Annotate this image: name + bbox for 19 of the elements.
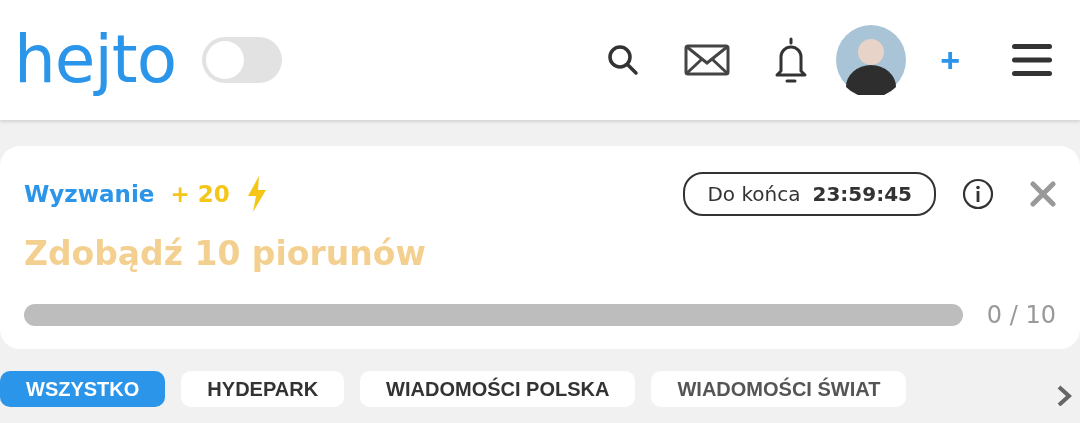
progress-count: 0 / 10 bbox=[986, 301, 1056, 329]
category-tab[interactable]: HYDEPARK bbox=[181, 371, 345, 407]
category-tab[interactable]: WIADOMOŚCI POLSKA bbox=[360, 371, 636, 407]
menu-icon[interactable] bbox=[1012, 43, 1052, 77]
avatar[interactable] bbox=[836, 25, 907, 95]
challenge-label: Wyzwanie bbox=[24, 181, 155, 207]
chevron-right-icon[interactable] bbox=[1056, 384, 1074, 406]
category-tab[interactable]: WIADOMOŚCI ŚWIAT bbox=[651, 371, 907, 407]
envelope-icon[interactable] bbox=[684, 44, 731, 76]
search-icon[interactable] bbox=[606, 43, 641, 77]
theme-toggle[interactable] bbox=[202, 37, 283, 83]
countdown-label: Do końca bbox=[707, 182, 801, 206]
reward-points: + 20 bbox=[170, 181, 230, 207]
countdown-time: 23:59:45 bbox=[812, 182, 912, 206]
bell-icon[interactable] bbox=[774, 37, 809, 83]
info-icon[interactable] bbox=[962, 178, 994, 210]
challenge-title: Zdobądź 10 piorunów bbox=[24, 234, 427, 273]
close-icon[interactable] bbox=[1030, 181, 1056, 207]
lightning-icon bbox=[245, 176, 268, 212]
